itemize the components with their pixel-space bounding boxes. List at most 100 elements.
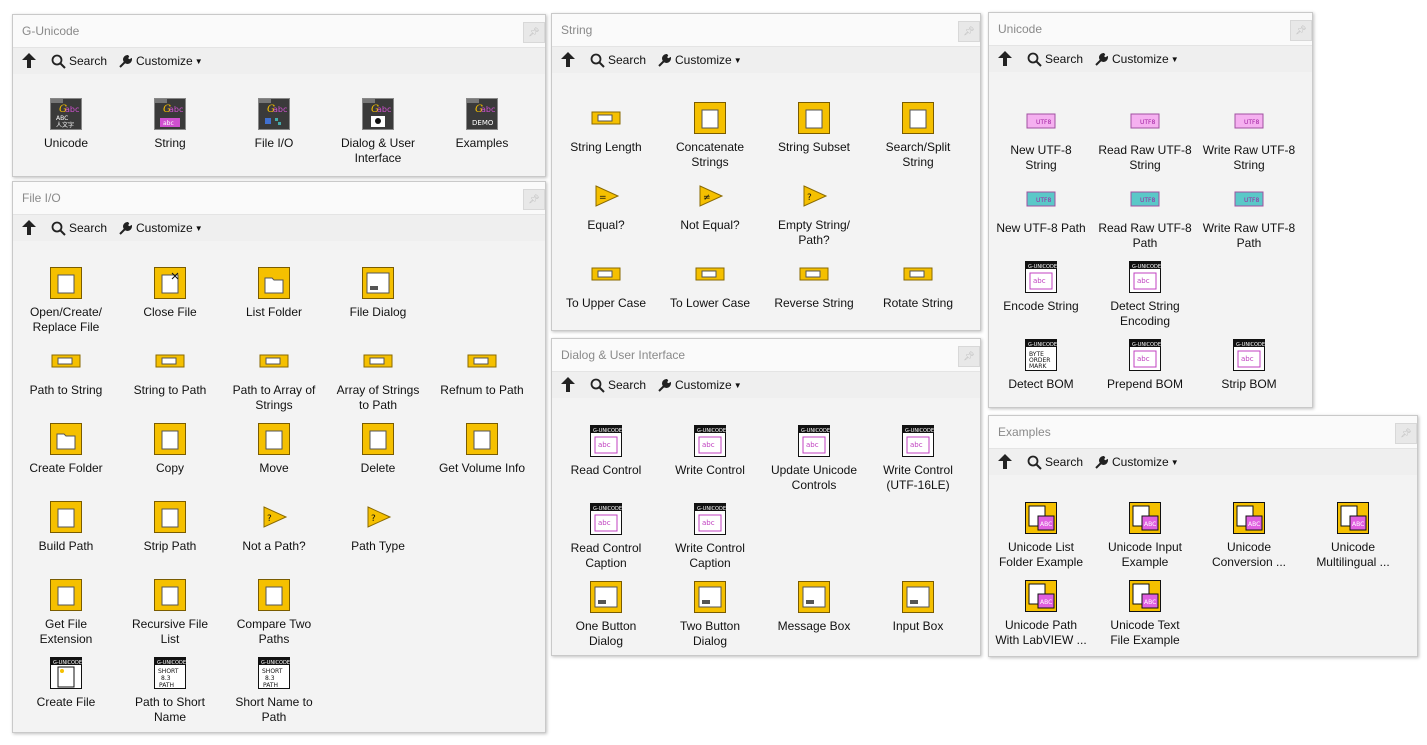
search-button[interactable]: Search: [1027, 50, 1083, 68]
palette-item[interactable]: File Dialog: [326, 267, 430, 320]
pin-icon[interactable]: 📌︎: [958, 21, 980, 42]
palette-item[interactable]: Compare Two Paths: [222, 579, 326, 647]
palette-item[interactable]: ABC Unicode Conversion ...: [1197, 502, 1301, 570]
palette-item[interactable]: ? Not a Path?: [222, 501, 326, 554]
palette-item[interactable]: List Folder: [222, 267, 326, 320]
palette-item[interactable]: G-UNICODE abc Read Control Caption: [554, 503, 658, 571]
customize-button[interactable]: Customize ▼: [657, 51, 742, 69]
palette-item[interactable]: Gabc Dialog & User Interface: [326, 98, 430, 166]
palette-item[interactable]: Input Box: [866, 581, 970, 634]
palette-item[interactable]: Get File Extension: [14, 579, 118, 647]
wrench-icon: [1095, 52, 1109, 66]
palette-item[interactable]: Gabc ABC 人文字 Unicode: [14, 98, 118, 151]
palette-item[interactable]: ≠ Not Equal?: [658, 180, 762, 233]
customize-button[interactable]: Customize ▼: [118, 52, 203, 70]
palette-item[interactable]: G-UNICODE abc Write Control (UTF-16LE): [866, 425, 970, 493]
pin-icon[interactable]: 📌︎: [1395, 423, 1417, 444]
palette-item[interactable]: UTF8 Read Raw UTF-8 Path: [1093, 183, 1197, 251]
palette-item[interactable]: Gabc DEMO Examples: [430, 98, 534, 151]
palette-item[interactable]: Build Path: [14, 501, 118, 554]
palette-item[interactable]: Concatenate Strings: [658, 102, 762, 170]
title-bar[interactable]: String 📌︎: [552, 14, 980, 47]
palette-item[interactable]: UTF8 Write Raw UTF-8 Path: [1197, 183, 1301, 251]
palette-item[interactable]: String Subset: [762, 102, 866, 155]
palette-item[interactable]: To Lower Case: [658, 258, 762, 311]
palette-item[interactable]: Open/Create/ Replace File: [14, 267, 118, 335]
search-button[interactable]: Search: [590, 376, 646, 394]
palette-item[interactable]: G-UNICODE abc Write Control: [658, 425, 762, 478]
palette-item[interactable]: Search/Split String: [866, 102, 970, 170]
search-button[interactable]: Search: [590, 51, 646, 69]
customize-button[interactable]: Customize ▼: [1094, 50, 1179, 68]
title-bar[interactable]: Dialog & User Interface 📌︎: [552, 339, 980, 372]
palette-item[interactable]: Two Button Dialog: [658, 581, 762, 649]
palette-item[interactable]: G-UNICODE BYTE ORDER MARK Detect BOM: [989, 339, 1093, 392]
palette-item[interactable]: Recursive File List: [118, 579, 222, 647]
palette-item[interactable]: UTF8 New UTF-8 Path: [989, 183, 1093, 236]
palette-item[interactable]: G-UNICODE abc Encode String: [989, 261, 1093, 314]
customize-label: Customize: [1112, 455, 1169, 469]
pin-icon[interactable]: 📌︎: [1290, 20, 1312, 41]
pin-icon[interactable]: 📌︎: [523, 189, 545, 210]
palette-item[interactable]: ABC Unicode Text File Example: [1093, 580, 1197, 648]
palette-item[interactable]: G-UNICODE abc Update Unicode Controls: [762, 425, 866, 493]
palette-item[interactable]: Message Box: [762, 581, 866, 634]
palette-item[interactable]: Create Folder: [14, 423, 118, 476]
palette-item[interactable]: Copy: [118, 423, 222, 476]
palette-item[interactable]: String Length: [554, 102, 658, 155]
palette-item[interactable]: ABC Unicode List Folder Example: [989, 502, 1093, 570]
palette-item[interactable]: G-UNICODE abc Detect String Encoding: [1093, 261, 1197, 329]
palette-item[interactable]: Refnum to Path: [430, 345, 534, 398]
palette-item[interactable]: Get Volume Info: [430, 423, 534, 476]
search-button[interactable]: Search: [51, 219, 107, 237]
palette-item[interactable]: Path to String: [14, 345, 118, 398]
palette-item[interactable]: G-UNICODE abc Strip BOM: [1197, 339, 1301, 392]
up-arrow-icon[interactable]: [997, 453, 1013, 470]
customize-button[interactable]: Customize ▼: [657, 376, 742, 394]
palette-item[interactable]: UTF8 Write Raw UTF-8 String: [1197, 105, 1301, 173]
palette-item[interactable]: String to Path: [118, 345, 222, 398]
pin-icon[interactable]: 📌︎: [523, 22, 545, 43]
palette-item[interactable]: Move: [222, 423, 326, 476]
title-bar[interactable]: G-Unicode 📌︎: [13, 15, 545, 48]
title-bar[interactable]: Examples 📌︎: [989, 416, 1417, 449]
palette-item[interactable]: Reverse String: [762, 258, 866, 311]
palette-item[interactable]: UTF8 Read Raw UTF-8 String: [1093, 105, 1197, 173]
palette-item[interactable]: Gabc abc String: [118, 98, 222, 151]
up-arrow-icon[interactable]: [21, 219, 37, 236]
up-arrow-icon[interactable]: [560, 376, 576, 393]
palette-item[interactable]: Array of Strings to Path: [326, 345, 430, 413]
palette-item[interactable]: = Equal?: [554, 180, 658, 233]
palette-item[interactable]: G-UNICODE abc Write Control Caption: [658, 503, 762, 571]
palette-item[interactable]: Gabc File I/O: [222, 98, 326, 151]
palette-item[interactable]: Strip Path: [118, 501, 222, 554]
palette-item[interactable]: G-UNICODE SHORT 8.3 PATH Path to Short Name: [118, 657, 222, 725]
palette-item[interactable]: G-UNICODE SHORT 8.3 PATH Short Name to Path: [222, 657, 326, 725]
palette-item[interactable]: G-UNICODE abc Prepend BOM: [1093, 339, 1197, 392]
palette-item[interactable]: ABC Unicode Multilingual ...: [1301, 502, 1405, 570]
pin-icon[interactable]: 📌︎: [958, 346, 980, 367]
palette-item[interactable]: One Button Dialog: [554, 581, 658, 649]
title-bar[interactable]: File I/O 📌︎: [13, 182, 545, 215]
palette-item-label: Unicode Multilingual ...: [1316, 540, 1390, 569]
customize-button[interactable]: Customize ▼: [1094, 453, 1179, 471]
palette-item[interactable]: To Upper Case: [554, 258, 658, 311]
palette-item[interactable]: UTF8 New UTF-8 String: [989, 105, 1093, 173]
up-arrow-icon[interactable]: [997, 50, 1013, 67]
palette-item[interactable]: Delete: [326, 423, 430, 476]
up-arrow-icon[interactable]: [560, 51, 576, 68]
palette-item[interactable]: ? Empty String/ Path?: [762, 180, 866, 248]
palette-item[interactable]: ABC Unicode Path With LabVIEW ...: [989, 580, 1093, 648]
palette-item[interactable]: Rotate String: [866, 258, 970, 311]
palette-item[interactable]: Close File: [118, 267, 222, 320]
palette-item[interactable]: G-UNICODE abc Read Control: [554, 425, 658, 478]
palette-item[interactable]: G-UNICODE Create File: [14, 657, 118, 710]
palette-item[interactable]: ABC Unicode Input Example: [1093, 502, 1197, 570]
search-button[interactable]: Search: [51, 52, 107, 70]
palette-item[interactable]: Path to Array of Strings: [222, 345, 326, 413]
palette-item[interactable]: ? Path Type: [326, 501, 430, 554]
search-button[interactable]: Search: [1027, 453, 1083, 471]
up-arrow-icon[interactable]: [21, 52, 37, 69]
customize-button[interactable]: Customize ▼: [118, 219, 203, 237]
title-bar[interactable]: Unicode 📌︎: [989, 13, 1312, 46]
